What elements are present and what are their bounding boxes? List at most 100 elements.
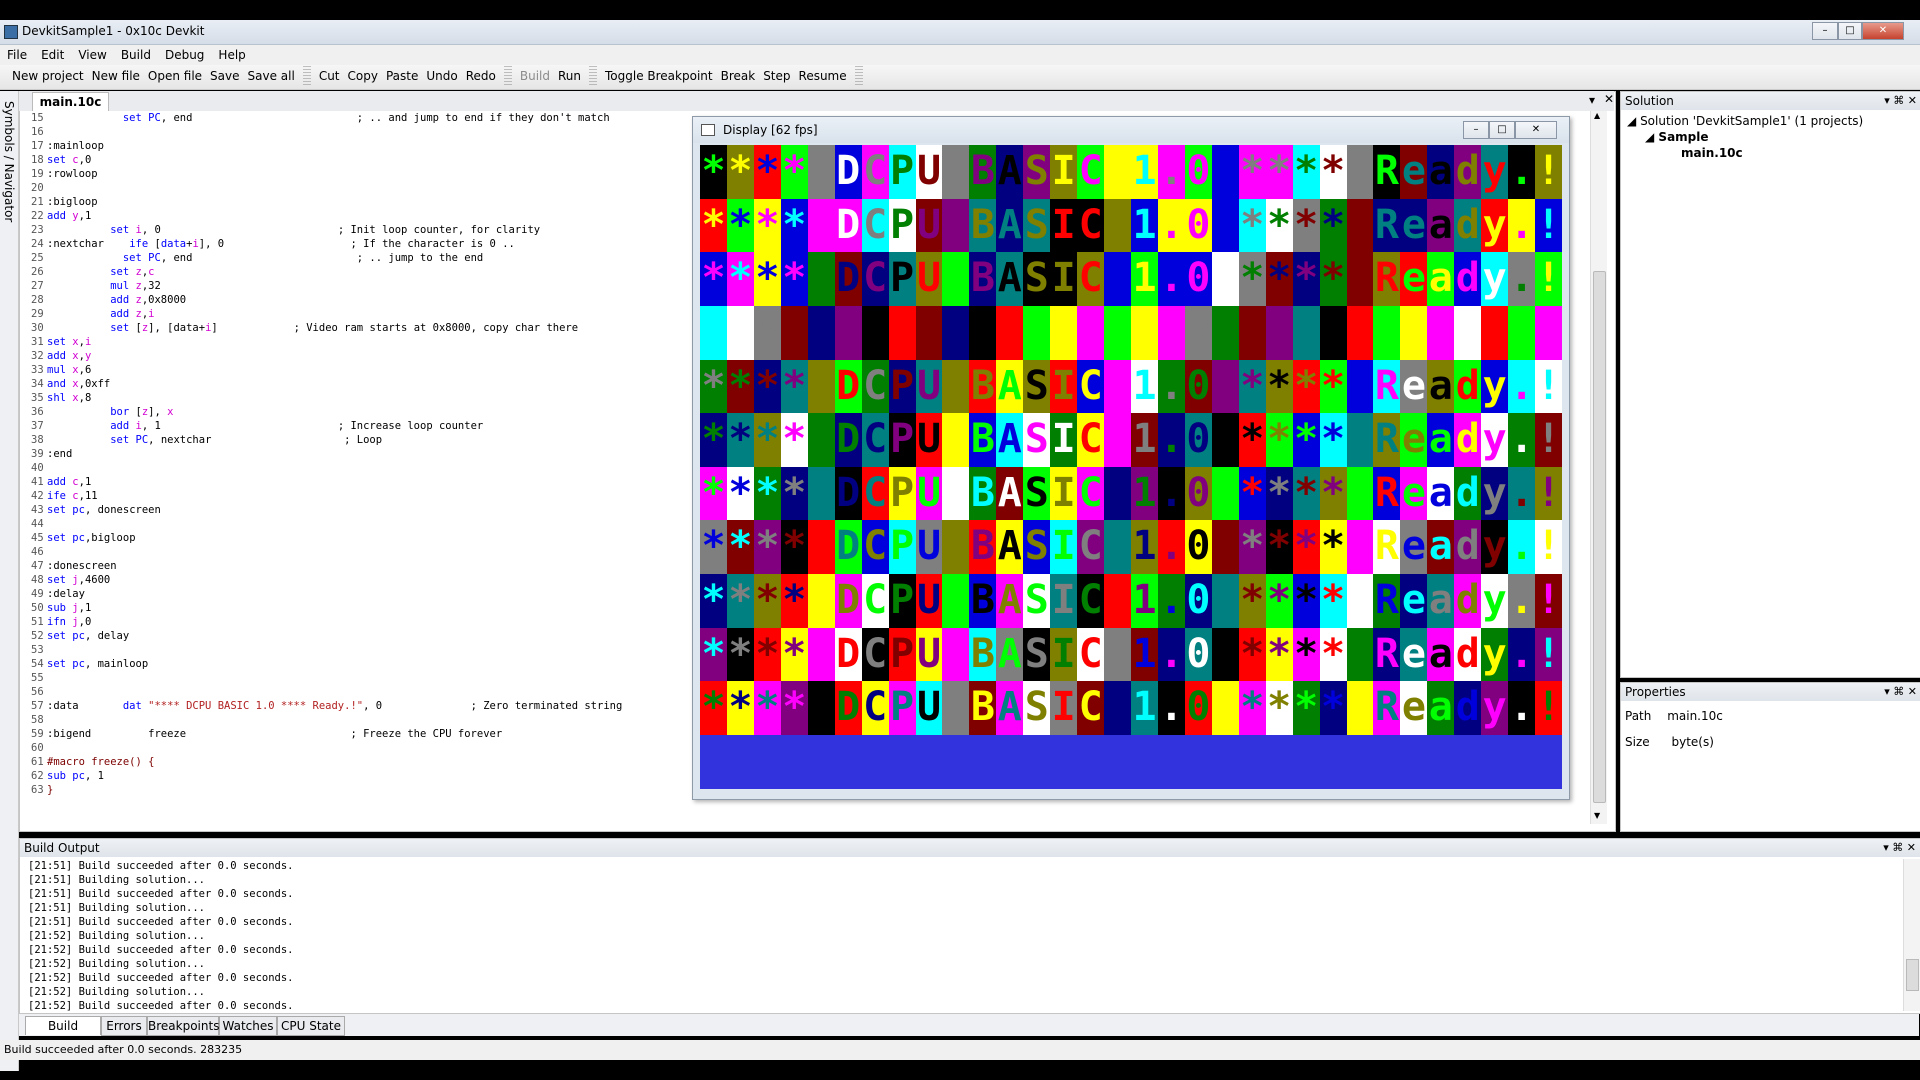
code-line[interactable]: 31 set x,i (31, 335, 91, 349)
panel-controls[interactable]: ▾ ⌘ ✕ (1884, 683, 1917, 701)
tab-list-icon[interactable]: ▾ (1589, 93, 1595, 107)
code-line[interactable]: 42 ife c,11 (31, 489, 98, 503)
editor-vertical-scrollbar[interactable]: ▲ ▼ (1590, 111, 1607, 824)
tab-cpu-state[interactable]: CPU State (277, 1016, 345, 1036)
code-line[interactable]: 45 set pc,bigloop (31, 531, 136, 545)
code-line[interactable]: 52 set pc, delay (31, 629, 129, 643)
code-line[interactable]: 32 add x,y (31, 349, 91, 363)
display-titlebar[interactable]: Display [62 fps] – □ ✕ (693, 117, 1569, 143)
new-file-button[interactable]: New file (88, 65, 144, 87)
open-file-button[interactable]: Open file (144, 65, 206, 87)
code-line[interactable]: 21:bigloop (31, 195, 98, 209)
minimize-button[interactable]: – (1812, 22, 1838, 40)
code-line[interactable]: 49:delay (31, 587, 85, 601)
code-line[interactable]: 51 ifn j,0 (31, 615, 91, 629)
scroll-thumb[interactable] (1593, 271, 1606, 803)
build-button[interactable]: Build (516, 65, 554, 87)
code-line[interactable]: 15 set PC, end ; .. and jump to end if t… (31, 111, 610, 125)
code-line[interactable]: 47:donescreen (31, 559, 117, 573)
tab-watches[interactable]: Watches (219, 1016, 277, 1036)
display-maximize-button[interactable]: □ (1489, 121, 1515, 139)
close-document-icon[interactable]: ✕ (1604, 92, 1614, 106)
scroll-down-icon[interactable]: ▼ (1594, 811, 1600, 820)
code-line[interactable]: 30 set [z], [data+i] ; Video ram starts … (31, 321, 578, 335)
menu-file[interactable]: File (0, 45, 34, 65)
code-line[interactable]: 46 (31, 545, 47, 559)
code-line[interactable]: 35 shl x,8 (31, 391, 91, 405)
resume-button[interactable]: Resume (795, 65, 851, 87)
toolbar-grip[interactable] (302, 66, 311, 86)
toolbar-grip[interactable] (854, 66, 863, 86)
code-line[interactable]: 63} (31, 783, 53, 797)
maximize-button[interactable]: □ (1838, 22, 1862, 40)
code-line[interactable]: 61 #macro freeze() { (31, 755, 154, 769)
copy-button[interactable]: Copy (344, 65, 382, 87)
paste-button[interactable]: Paste (382, 65, 422, 87)
code-line[interactable]: 33 mul x,6 (31, 363, 91, 377)
tab-main-10c[interactable]: main.10c (32, 92, 109, 112)
undo-button[interactable]: Undo (422, 65, 461, 87)
build-output-log[interactable]: [21:51] Build succeeded after 0.0 second… (28, 859, 294, 1013)
scroll-thumb[interactable] (1906, 959, 1919, 991)
tree-root[interactable]: ◢ Solution 'DevkitSample1' (1 projects) (1627, 114, 1863, 128)
break-button[interactable]: Break (717, 65, 760, 87)
menu-debug[interactable]: Debug (158, 45, 211, 65)
code-line[interactable]: 22 add y,1 (31, 209, 91, 223)
code-line[interactable]: 39:end (31, 447, 72, 461)
code-line[interactable]: 41 add c,1 (31, 475, 91, 489)
display-window[interactable]: Display [62 fps] – □ ✕ * * * * D C P U B A S I C 1. 0 *… (692, 116, 1570, 800)
code-line[interactable]: 34 and x,0xff (31, 377, 110, 391)
code-line[interactable]: 20 (31, 181, 47, 195)
code-line[interactable]: 27 mul z,32 (31, 279, 161, 293)
code-line[interactable]: 26 set z,c (31, 265, 155, 279)
tab-build-output[interactable]: Build Output (25, 1016, 101, 1051)
code-line[interactable]: 50 sub j,1 (31, 601, 91, 615)
tab-errors[interactable]: Errors (101, 1016, 147, 1036)
code-line[interactable]: 19:rowloop (31, 167, 98, 181)
menu-edit[interactable]: Edit (34, 45, 71, 65)
tree-project[interactable]: ◢ Sample (1645, 130, 1709, 144)
cut-button[interactable]: Cut (315, 65, 344, 87)
code-line[interactable]: 24:nextchar ife [data+i], 0 ; If the cha… (31, 237, 515, 251)
code-line[interactable]: 58 (31, 713, 47, 727)
redo-button[interactable]: Redo (462, 65, 500, 87)
code-line[interactable]: 44 (31, 517, 47, 531)
display-minimize-button[interactable]: – (1463, 121, 1489, 139)
collapse-icon[interactable]: ◢ (1645, 130, 1654, 144)
run-button[interactable]: Run (554, 65, 585, 87)
code-line[interactable]: 55 (31, 671, 47, 685)
toggle-breakpoint-button[interactable]: Toggle Breakpoint (601, 65, 717, 87)
tree-file[interactable]: main.10c (1681, 146, 1743, 160)
code-line[interactable]: 36 bor [z], x (31, 405, 173, 419)
tab-breakpoints[interactable]: Breakpoints (147, 1016, 219, 1036)
toolbar-grip[interactable] (589, 66, 597, 86)
save-all-button[interactable]: Save all (244, 65, 299, 87)
save-button[interactable]: Save (206, 65, 243, 87)
code-line[interactable]: 40 (31, 461, 47, 475)
collapse-icon[interactable]: ◢ (1627, 114, 1636, 128)
code-line[interactable]: 60 (31, 741, 47, 755)
panel-controls[interactable]: ▾ ⌘ ✕ (1884, 92, 1917, 110)
code-line[interactable]: 37 add i, 1 ; Increase loop counter (31, 419, 483, 433)
code-line[interactable]: 29 add z,i (31, 307, 155, 321)
code-line[interactable]: 25 set PC, end ; .. jump to the end (31, 251, 483, 265)
code-line[interactable]: 38 set PC, nextchar ; Loop (31, 433, 382, 447)
code-line[interactable]: 16 (31, 125, 47, 139)
close-button[interactable]: ✕ (1862, 22, 1904, 40)
code-line[interactable]: 62 sub pc, 1 (31, 769, 104, 783)
menu-build[interactable]: Build (114, 45, 158, 65)
display-close-button[interactable]: ✕ (1515, 121, 1557, 139)
code-line[interactable]: 54 set pc, mainloop (31, 657, 148, 671)
code-line[interactable]: 53 (31, 643, 47, 657)
step-button[interactable]: Step (759, 65, 794, 87)
code-line[interactable]: 23 set i, 0 ; Init loop counter, for cla… (31, 223, 540, 237)
code-line[interactable]: 28 add z,0x8000 (31, 293, 186, 307)
code-line[interactable]: 59:bigend freeze ; Freeze the CPU foreve… (31, 727, 502, 741)
menu-help[interactable]: Help (211, 45, 252, 65)
menu-view[interactable]: View (71, 45, 113, 65)
code-line[interactable]: 56 (31, 685, 47, 699)
build-output-scrollbar[interactable] (1903, 859, 1920, 1011)
code-line[interactable]: 57:data dat "**** DCPU BASIC 1.0 **** Re… (31, 699, 622, 713)
scroll-up-icon[interactable]: ▲ (1594, 111, 1600, 120)
new-project-button[interactable]: New project (8, 65, 88, 87)
